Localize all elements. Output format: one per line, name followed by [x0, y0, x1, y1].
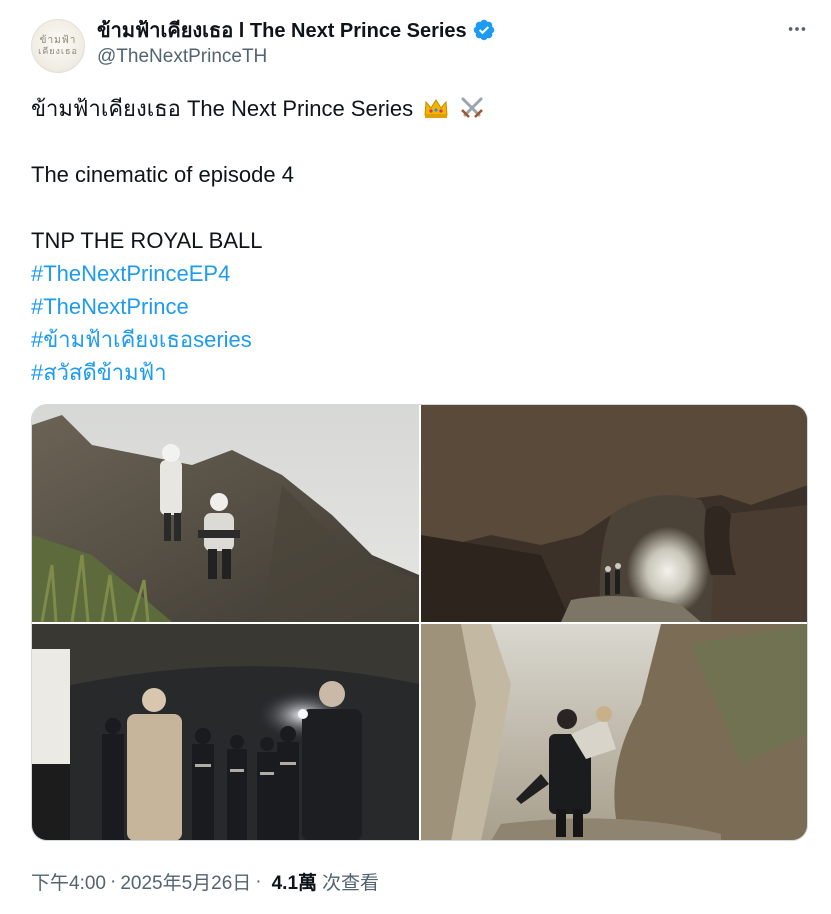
hashtag-link[interactable]: #TheNextPrinceEP4: [31, 257, 801, 290]
photo-cliff-scene[interactable]: [32, 405, 419, 622]
tweet-time[interactable]: 下午4:00: [31, 868, 106, 895]
avatar-logo-text-2: เคียงเธอ: [38, 46, 78, 57]
hashtag-link[interactable]: #TheNextPrince: [31, 290, 801, 323]
author-display-name[interactable]: ข้ามฟ้าเคียงเธอ l The Next Prince Series: [97, 14, 467, 46]
views-label: 次查看: [322, 873, 380, 894]
photo-cave-arch-scene[interactable]: [421, 405, 807, 622]
author-name-row: ข้ามฟ้าเคียงเธอ l The Next Prince Series: [97, 16, 496, 44]
hashtag-link[interactable]: #สวัสดีข้ามฟ้า: [31, 356, 801, 389]
photo-canyon-carry-scene[interactable]: [421, 624, 807, 840]
tweet-line: ข้ามฟ้าเคียงเธอ The Next Prince Series: [31, 92, 801, 125]
tweet-meta: 下午4:00 · 2025年5月26日 · 4.1萬 次查看: [31, 868, 379, 895]
views-count: 4.1萬: [271, 873, 318, 894]
more-horizontal-icon[interactable]: [784, 16, 810, 42]
tweet-date[interactable]: 2025年5月26日: [120, 868, 251, 895]
avatar-logo-text-1: ข้ามฟ้า: [39, 34, 77, 46]
tweet-line-text: ข้ามฟ้าเคียงเธอ The Next Prince Series: [31, 96, 414, 121]
crown-emoji: [423, 95, 449, 121]
crossed-swords-emoji: [459, 95, 485, 121]
tweet-line: The cinematic of episode 4: [31, 162, 294, 187]
meta-separator: ·: [109, 870, 117, 892]
verified-badge-icon[interactable]: [472, 18, 496, 42]
photo-cave-guards-scene[interactable]: [32, 624, 419, 840]
author-handle[interactable]: @TheNextPrinceTH: [97, 46, 267, 68]
media-grid: [31, 404, 808, 841]
meta-separator: ·: [255, 870, 262, 892]
tweet-line: TNP THE ROYAL BALL: [31, 228, 263, 253]
tweet-card: ข้ามฟ้า เคียงเธอ ข้ามฟ้าเคียงเธอ l The N…: [0, 0, 831, 914]
tweet-text: ข้ามฟ้าเคียงเธอ The Next Prince Series T…: [31, 92, 801, 389]
avatar[interactable]: ข้ามฟ้า เคียงเธอ: [31, 19, 85, 73]
hashtag-link[interactable]: #ข้ามฟ้าเคียงเธอseries: [31, 323, 801, 356]
